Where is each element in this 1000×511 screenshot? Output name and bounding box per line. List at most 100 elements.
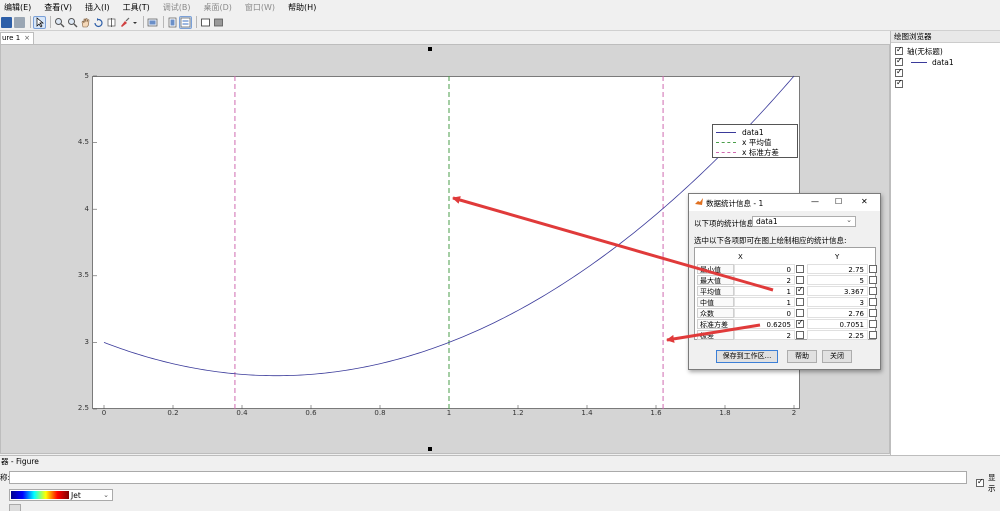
hide-tools-icon[interactable]	[200, 17, 211, 28]
show-toggle[interactable]: 显示	[976, 472, 1000, 494]
legend-entry: x 平均值	[716, 137, 771, 147]
menu-edit[interactable]: 编辑(E)	[4, 2, 31, 13]
brush-dropdown-icon[interactable]	[132, 17, 138, 28]
menu-tools[interactable]: 工具(T)	[123, 2, 150, 13]
colorbar-icon[interactable]	[167, 17, 178, 28]
x-tick-label: 0.6	[305, 409, 317, 417]
menu-help[interactable]: 帮助(H)	[288, 2, 316, 13]
checkbox[interactable]	[976, 477, 984, 487]
plot-browser-panel: 绘图浏览器 轴(无标题) data1	[890, 31, 1000, 455]
menu-insert[interactable]: 插入(I)	[85, 2, 110, 13]
plot-x-checkbox[interactable]	[796, 309, 804, 317]
browser-item-data1[interactable]: data1	[895, 56, 954, 67]
browser-item-label: data1	[932, 57, 954, 67]
legend-swatch	[716, 141, 736, 143]
statistics-row: 极差 2 2.25	[695, 330, 877, 341]
plot-y-checkbox[interactable]	[869, 331, 877, 339]
plot-x-checkbox[interactable]	[796, 276, 804, 284]
tool-icon[interactable]	[9, 504, 21, 511]
brush-icon[interactable]	[119, 17, 130, 28]
plot-x-checkbox[interactable]	[796, 331, 804, 339]
edit-plot-icon[interactable]	[33, 15, 46, 29]
pan-hand-icon[interactable]	[80, 17, 91, 28]
stat-name: 中值	[697, 297, 734, 307]
x-tick-label: 0.8	[374, 409, 386, 417]
instruction-text: 选中以下各项即可在图上绘制相应的统计信息:	[694, 236, 847, 245]
help-button[interactable]: 帮助	[787, 350, 817, 363]
zoom-out-icon[interactable]	[67, 17, 78, 28]
plot-y-checkbox[interactable]	[869, 320, 877, 328]
checkbox[interactable]	[895, 67, 903, 77]
plot-browser-title: 绘图浏览器	[891, 31, 1000, 43]
maximize-icon[interactable]: ☐	[835, 197, 842, 206]
toolbar-separator	[30, 16, 31, 28]
column-header-y: Y	[835, 253, 840, 261]
plot-y-checkbox[interactable]	[869, 287, 877, 295]
stat-x-value: 1	[734, 286, 795, 296]
zoom-in-icon[interactable]	[54, 17, 65, 28]
legend-label: data1	[742, 127, 764, 137]
dialog-titlebar[interactable]: 数据统计信息 - 1 — ☐ ✕	[689, 194, 880, 211]
stat-x-value: 2	[734, 330, 795, 340]
statistics-row: 中值 1 3	[695, 297, 877, 308]
save-to-workspace-button[interactable]: 保存到工作区...	[716, 350, 778, 363]
close-icon[interactable]: ✕	[861, 197, 868, 206]
legend-swatch	[716, 131, 736, 133]
stat-y-value: 3.367	[807, 286, 868, 296]
menu-view[interactable]: 查看(V)	[44, 2, 72, 13]
stat-x-value: 0.6205	[734, 319, 795, 329]
toolbar-separator	[50, 16, 51, 28]
plot-x-checkbox[interactable]	[796, 265, 804, 273]
x-tick-label: 2	[791, 409, 797, 417]
link-plot-icon[interactable]	[147, 17, 158, 28]
rotate-icon[interactable]	[93, 17, 104, 28]
colormap-select[interactable]: Jet ⌄	[9, 489, 113, 501]
data-cursor-icon[interactable]	[106, 17, 117, 28]
x-tick-label: 0	[101, 409, 107, 417]
close-icon[interactable]: ×	[24, 33, 30, 44]
legend-icon[interactable]	[179, 15, 192, 29]
checkbox[interactable]	[895, 56, 903, 66]
plot-x-checkbox[interactable]	[796, 285, 804, 295]
legend-entry: x 标准方差	[716, 147, 779, 157]
colormap-value: Jet	[71, 490, 81, 500]
tab-figure-1[interactable]: ure 1 ×	[0, 32, 34, 44]
browser-item[interactable]	[895, 78, 907, 89]
legend-label: x 标准方差	[742, 147, 779, 157]
plot-y-checkbox[interactable]	[869, 276, 877, 284]
minimize-icon[interactable]: —	[811, 197, 819, 206]
menu-bar: 编辑(E) 查看(V) 插入(I) 工具(T) 调试(B) 桌面(D) 窗口(W…	[0, 0, 1000, 14]
y-tick-label: 5	[84, 72, 89, 80]
close-button[interactable]: 关闭	[822, 350, 852, 363]
line-swatch	[911, 61, 927, 63]
toolbar-separator	[143, 16, 144, 28]
menu-debug: 调试(B)	[162, 2, 191, 12]
save-icon[interactable]	[1, 16, 12, 28]
plot-y-checkbox[interactable]	[869, 265, 877, 273]
print-icon[interactable]	[14, 16, 25, 28]
y-tick-label: 3	[84, 338, 89, 346]
figure-name-input[interactable]	[9, 471, 967, 484]
stat-x-value: 1	[734, 297, 795, 307]
show-label: 显示	[988, 473, 996, 493]
plot-x-checkbox[interactable]	[796, 318, 804, 328]
stat-name: 标准方差	[697, 319, 734, 329]
browser-item-label: 轴(无标题)	[907, 46, 943, 56]
browser-item-axes[interactable]: 轴(无标题)	[895, 45, 943, 56]
x-tick-label: 1.8	[719, 409, 731, 417]
stat-name: 极差	[697, 330, 734, 340]
browser-item[interactable]	[895, 67, 907, 78]
source-label: 以下项的统计信息	[694, 219, 754, 228]
source-select[interactable]: data1 ⌄	[752, 216, 856, 227]
show-tools-icon[interactable]	[213, 17, 224, 28]
plot-x-checkbox[interactable]	[796, 298, 804, 306]
column-header-x: X	[738, 253, 743, 261]
statistics-row: 标准方差0.6205 0.7051	[695, 318, 877, 330]
stat-name: 平均值	[697, 286, 734, 296]
plot-y-checkbox[interactable]	[869, 298, 877, 306]
stat-y-value: 2.75	[807, 264, 868, 274]
legend[interactable]: data1 x 平均值 x 标准方差	[712, 124, 798, 158]
checkbox[interactable]	[895, 45, 903, 55]
plot-y-checkbox[interactable]	[869, 309, 877, 317]
checkbox[interactable]	[895, 78, 903, 88]
